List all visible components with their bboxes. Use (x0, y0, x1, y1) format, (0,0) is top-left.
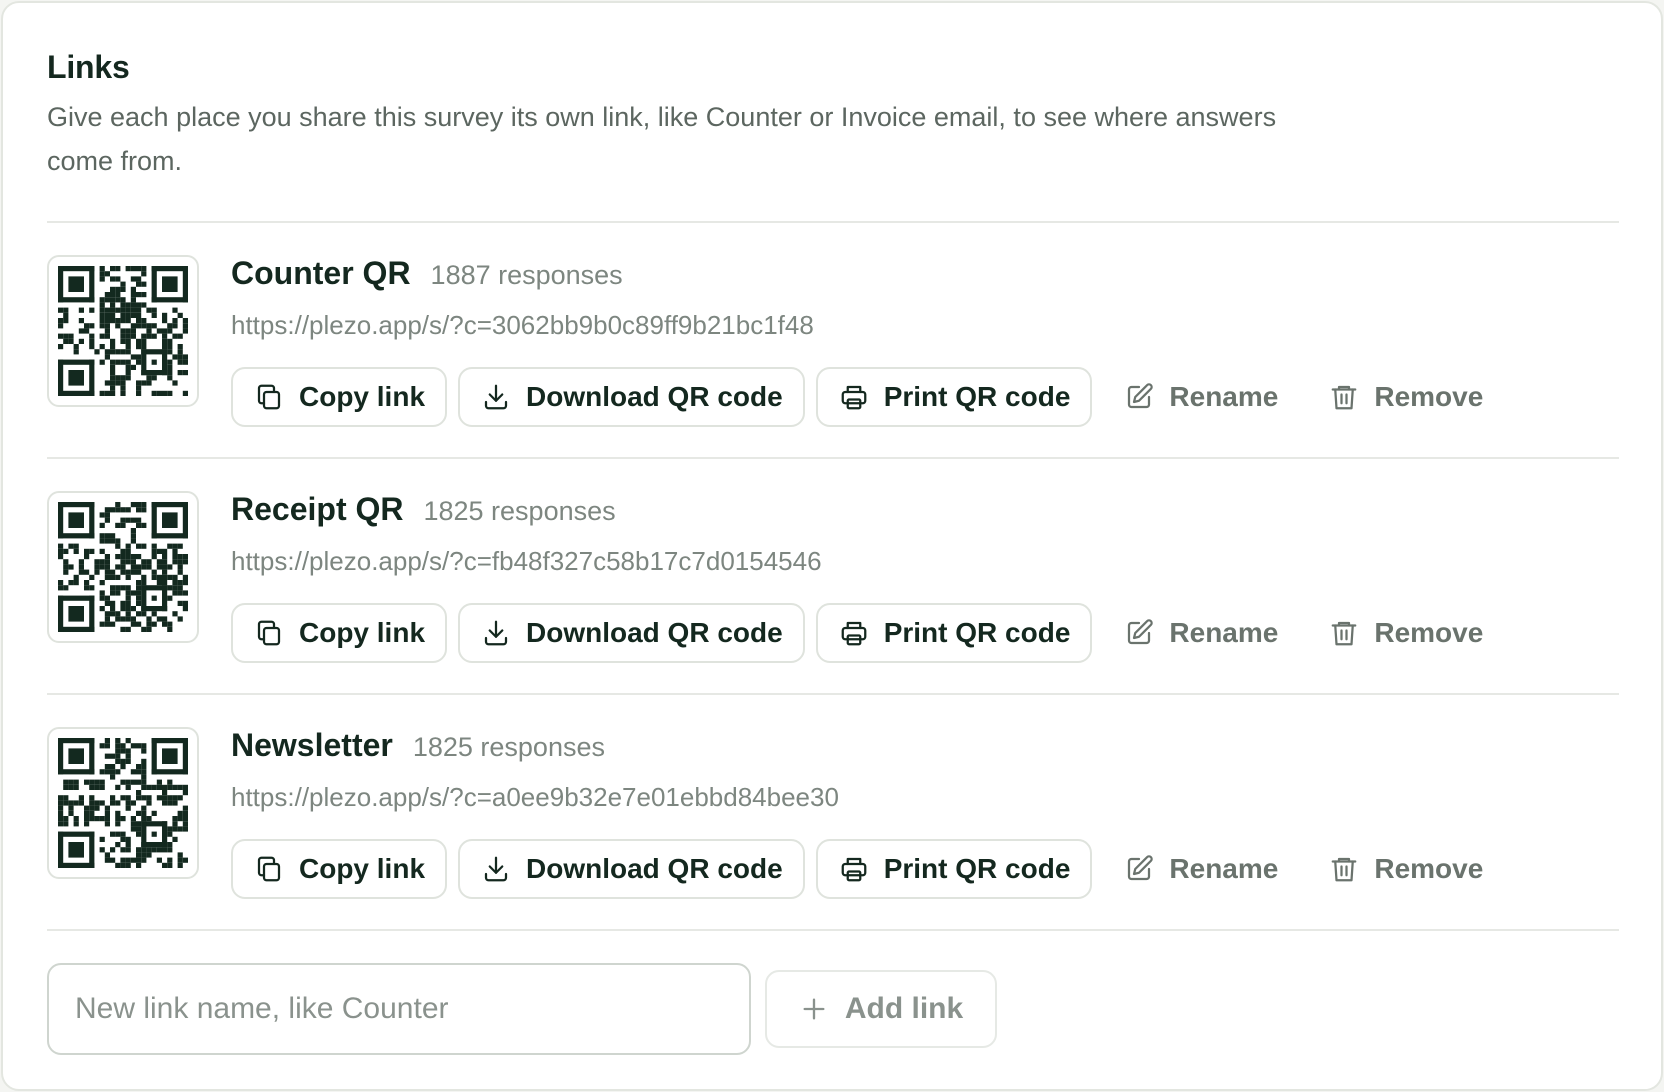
plus-icon (799, 994, 829, 1024)
print-qr-label: Print QR code (883, 617, 1071, 648)
qr-code-icon (47, 255, 199, 407)
link-row-newsletter: Newsletter 1825 responses https://plezo.… (47, 695, 1617, 929)
link-url: https://plezo.app/s/?c=a0ee9b32e7e01ebbd… (231, 782, 839, 812)
copy-link-label: Copy link (299, 617, 426, 648)
remove-label: Remove (1374, 853, 1484, 884)
trash-icon (1328, 853, 1360, 885)
print-qr-button[interactable]: Print QR code (815, 603, 1093, 663)
download-qr-label: Download QR code (526, 853, 783, 884)
link-row-counter-qr: Counter QR 1887 responses https://plezo.… (47, 223, 1617, 457)
copy-link-button[interactable]: Copy link (231, 839, 448, 899)
response-count: 1887 responses (430, 260, 623, 290)
remove-label: Remove (1374, 381, 1484, 412)
print-qr-label: Print QR code (883, 853, 1071, 884)
qr-code-icon (47, 727, 199, 879)
link-name: Counter QR (231, 255, 411, 291)
link-url: https://plezo.app/s/?c=fb48f327c58b17c7d… (231, 546, 822, 576)
rename-button[interactable]: Rename (1103, 839, 1298, 899)
printer-icon (838, 617, 870, 649)
copy-link-label: Copy link (299, 853, 426, 884)
response-count: 1825 responses (412, 732, 605, 762)
new-link-form: Add link (47, 963, 1617, 1055)
add-link-button[interactable]: Add link (765, 970, 997, 1048)
copy-icon (253, 381, 285, 413)
print-qr-button[interactable]: Print QR code (815, 839, 1093, 899)
pencil-icon (1123, 617, 1155, 649)
link-name: Receipt QR (231, 491, 404, 527)
pencil-icon (1123, 853, 1155, 885)
link-url: https://plezo.app/s/?c=3062bb9b0c89ff9b2… (231, 310, 814, 340)
add-link-label: Add link (844, 992, 964, 1025)
download-qr-button[interactable]: Download QR code (458, 603, 805, 663)
remove-button[interactable]: Remove (1308, 839, 1503, 899)
section-description: Give each place you share this survey it… (47, 102, 1277, 176)
links-card: Links Give each place you share this sur… (1, 1, 1663, 1091)
trash-icon (1328, 617, 1360, 649)
link-name: Newsletter (231, 727, 393, 763)
response-count: 1825 responses (423, 496, 616, 526)
download-qr-button[interactable]: Download QR code (458, 839, 805, 899)
section-title: Links (47, 49, 130, 85)
print-qr-button[interactable]: Print QR code (815, 367, 1093, 427)
printer-icon (838, 381, 870, 413)
download-qr-label: Download QR code (526, 381, 783, 412)
download-qr-label: Download QR code (526, 617, 783, 648)
new-link-name-input[interactable] (47, 963, 751, 1055)
download-icon (480, 617, 512, 649)
rename-button[interactable]: Rename (1103, 367, 1298, 427)
rename-button[interactable]: Rename (1103, 603, 1298, 663)
rename-label: Rename (1169, 617, 1279, 648)
copy-icon (253, 617, 285, 649)
download-icon (480, 381, 512, 413)
copy-icon (253, 853, 285, 885)
copy-link-button[interactable]: Copy link (231, 367, 448, 427)
download-qr-button[interactable]: Download QR code (458, 367, 805, 427)
qr-code-icon (47, 491, 199, 643)
link-row-receipt-qr: Receipt QR 1825 responses https://plezo.… (47, 459, 1617, 693)
download-icon (480, 853, 512, 885)
remove-label: Remove (1374, 617, 1484, 648)
copy-link-button[interactable]: Copy link (231, 603, 448, 663)
remove-button[interactable]: Remove (1308, 367, 1503, 427)
pencil-icon (1123, 381, 1155, 413)
rename-label: Rename (1169, 381, 1279, 412)
trash-icon (1328, 381, 1360, 413)
divider (47, 929, 1619, 931)
rename-label: Rename (1169, 853, 1279, 884)
printer-icon (838, 853, 870, 885)
copy-link-label: Copy link (299, 381, 426, 412)
remove-button[interactable]: Remove (1308, 603, 1503, 663)
print-qr-label: Print QR code (883, 381, 1071, 412)
